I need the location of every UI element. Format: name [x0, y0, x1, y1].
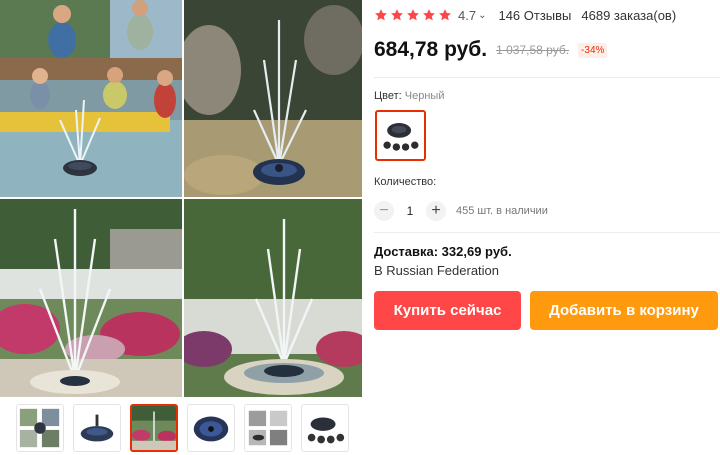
old-price: 1 037,58 руб.: [496, 43, 570, 57]
quantity-stepper: − 1 + 455 шт. в наличии: [374, 201, 548, 221]
product-gallery: [0, 0, 362, 452]
star-icon: [407, 9, 419, 21]
delivery-cost: Доставка: 332,69 руб.: [374, 244, 512, 259]
color-label: Цвет: Черный: [374, 90, 444, 102]
color-swatch-black[interactable]: [375, 110, 426, 161]
color-label-text: Цвет:: [374, 90, 402, 102]
price-row: 684,78 руб. 1 037,58 руб. -34%: [374, 38, 608, 62]
orders-count: 4689 заказа(ов): [581, 7, 677, 23]
discount-badge: -34%: [578, 42, 608, 58]
gallery-photo-garden-fountain[interactable]: [0, 199, 182, 397]
thumbnail-2[interactable]: [73, 404, 121, 452]
reviews-count[interactable]: 146 Отзывы: [498, 8, 571, 23]
star-icon: [391, 9, 403, 21]
current-price: 684,78 руб.: [374, 38, 488, 61]
gallery-photo-rock-fountain[interactable]: [184, 0, 362, 197]
chevron-down-icon[interactable]: ⌄: [478, 10, 486, 21]
quantity-value[interactable]: 1: [394, 204, 426, 218]
divider: [374, 77, 720, 78]
thumbnail-4[interactable]: [187, 404, 235, 452]
add-to-cart-button[interactable]: Добавить в корзину: [530, 291, 718, 330]
quantity-increase-button[interactable]: +: [426, 201, 446, 221]
thumbnail-3-active[interactable]: [130, 404, 178, 452]
delivery-destination[interactable]: В Russian Federation: [374, 263, 499, 278]
quantity-label: Количество:: [374, 176, 437, 188]
thumbnail-6[interactable]: [301, 404, 349, 452]
thumbnail-1[interactable]: [16, 404, 64, 452]
star-icon: [439, 9, 451, 21]
rating-row: 4.7 ⌄ 146 Отзывы 4689 заказа(ов): [374, 6, 676, 24]
gallery-photo-birdbath-fountain[interactable]: [184, 199, 362, 397]
rating-stars: [374, 8, 452, 22]
gallery-photo-kids-pool[interactable]: [0, 0, 182, 197]
star-icon: [423, 9, 435, 21]
thumbnail-5[interactable]: [244, 404, 292, 452]
divider: [374, 232, 720, 233]
buy-now-button[interactable]: Купить сейчас: [374, 291, 521, 330]
quantity-decrease-button[interactable]: −: [374, 201, 394, 221]
star-icon: [375, 9, 387, 21]
rating-value[interactable]: 4.7: [458, 8, 476, 23]
stock-availability: 455 шт. в наличии: [456, 205, 548, 217]
color-value: Черный: [404, 90, 445, 102]
